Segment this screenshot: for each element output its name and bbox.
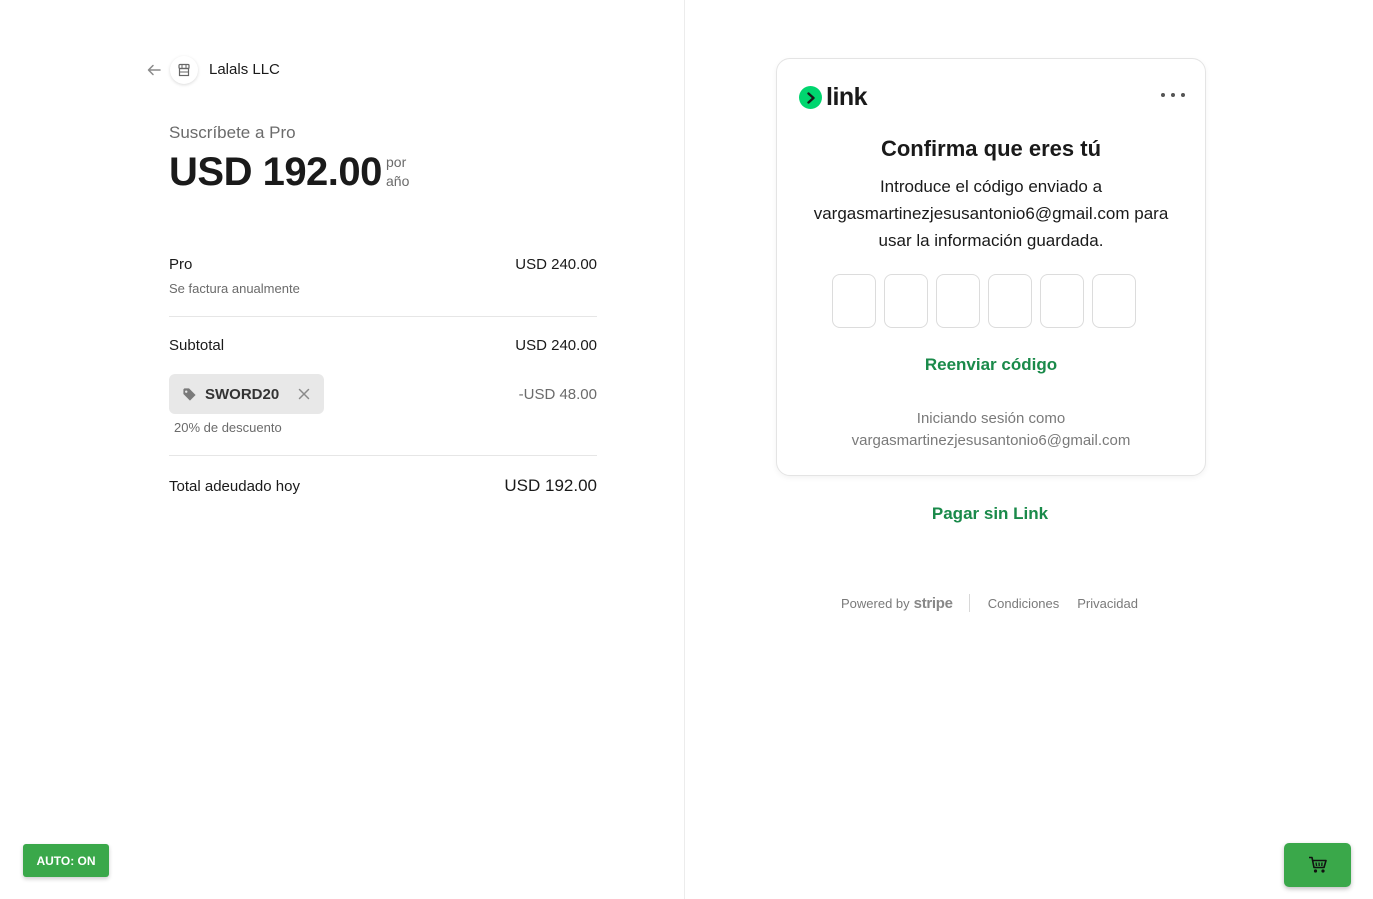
coupon-note: 20% de descuento [174,420,282,435]
footer: Powered by stripe Condiciones Privacidad [841,594,1138,612]
billing-period-line1: por [386,154,407,170]
cart-icon [1308,856,1327,873]
billing-period: por año [386,153,426,191]
signed-in-label: Iniciando sesión como [916,410,1066,427]
otp-code-inputs [832,274,1136,328]
card-description: Introduce el código enviado a vargasmart… [813,177,1169,250]
resend-code-button[interactable]: Reenviar código [777,355,1205,375]
powered-by-label: Powered by [841,595,910,611]
otp-digit-2[interactable] [884,274,928,328]
more-options-icon[interactable] [1161,87,1185,103]
tag-icon [182,386,198,402]
otp-digit-1[interactable] [832,274,876,328]
panel-divider [684,0,685,899]
pay-without-link-button[interactable]: Pagar sin Link [776,504,1204,524]
otp-digit-5[interactable] [1040,274,1084,328]
coupon-code: SWORD20 [205,385,280,403]
otp-digit-3[interactable] [936,274,980,328]
total-price: USD 192.00 [169,150,382,194]
otp-digit-4[interactable] [988,274,1032,328]
powered-by-stripe[interactable]: Powered by stripe [841,595,953,612]
link-logo-text: link [826,83,868,111]
link-verification-card: link Confirma que eres tú Introduce el c… [776,58,1206,476]
signed-in-info: Iniciando sesión como vargasmartinezjesu… [777,408,1205,452]
product-note: Se factura anualmente [169,281,300,296]
terms-link[interactable]: Condiciones [988,596,1060,611]
footer-separator [968,594,970,612]
total-amount: USD 192.00 [504,476,597,495]
total-label: Total adeudado hoy [169,478,300,495]
link-logo: link [799,83,868,112]
billing-period-line2: año [386,173,410,189]
close-icon [298,388,310,400]
merchant-name: Lalals LLC [209,61,280,78]
back-button[interactable] [144,60,164,80]
cart-button[interactable] [1284,843,1351,887]
subtotal-label: Subtotal [169,337,225,354]
discount-amount: -USD 48.00 [518,386,597,403]
auto-toggle-button[interactable]: AUTO: ON [23,844,109,877]
privacy-link[interactable]: Privacidad [1077,596,1138,611]
subtotal-amount: USD 240.00 [515,337,597,354]
divider [169,455,597,456]
remove-coupon-button[interactable] [297,387,311,401]
product-amount: USD 240.00 [515,256,597,273]
coupon-chip: SWORD20 [169,374,324,414]
subscribe-label: Suscríbete a Pro [169,123,296,142]
stripe-logo: stripe [913,594,953,612]
link-chevron-icon [799,86,822,109]
card-title: Confirma que eres tú [880,136,1102,161]
signed-in-email: vargasmartinezjesusantonio6@gmail.com [851,432,1131,449]
otp-digit-6[interactable] [1092,274,1136,328]
store-icon [170,56,198,84]
product-name: Pro [169,256,193,273]
arrow-left-icon [147,64,161,76]
divider [169,316,597,317]
